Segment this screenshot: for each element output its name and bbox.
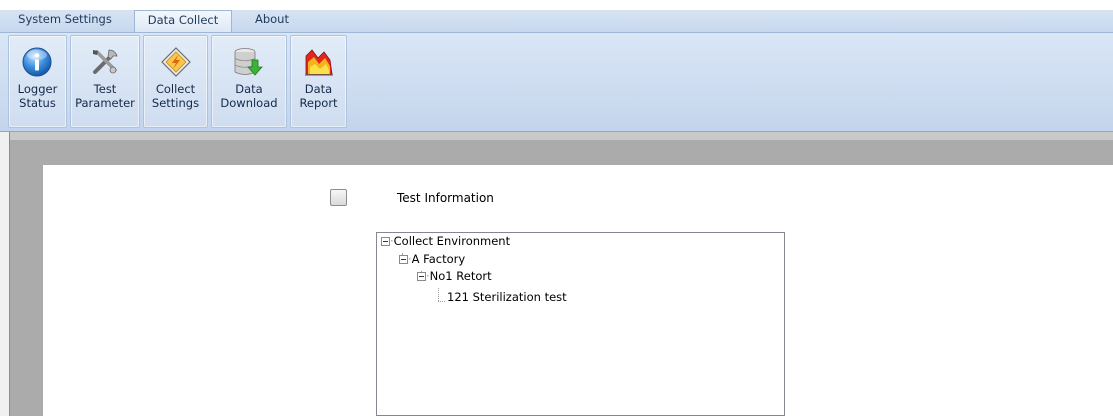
info-icon <box>22 47 52 77</box>
data-report-label: Data Report <box>299 82 338 110</box>
collapse-icon[interactable] <box>399 255 408 264</box>
tree-node-a-factory[interactable]: ·A Factory <box>399 251 465 268</box>
ribbon-tab-strip: System Settings Data Collect About <box>0 10 1113 33</box>
collect-settings-button[interactable]: Collect Settings <box>144 36 207 129</box>
ribbon-panel: Logger Status Test Parameter Collect Set… <box>0 33 1113 132</box>
collapse-icon[interactable] <box>381 237 390 246</box>
ribbon-group-logger: Logger Status <box>8 35 67 128</box>
tab-system-settings[interactable]: System Settings <box>4 10 126 30</box>
collect-settings-label: Collect Settings <box>151 82 200 110</box>
database-download-icon <box>234 48 263 76</box>
collect-settings-icon <box>161 47 191 77</box>
data-report-button[interactable]: Data Report <box>291 36 346 129</box>
logger-status-button[interactable]: Logger Status <box>9 36 66 129</box>
test-parameter-button[interactable]: Test Parameter <box>71 36 139 129</box>
tree-connector <box>438 301 445 302</box>
test-information-checkbox[interactable] <box>330 189 347 206</box>
test-parameter-label: Test Parameter <box>75 82 135 110</box>
tree-connector <box>438 288 439 301</box>
tab-data-collect[interactable]: Data Collect <box>134 10 232 32</box>
tools-icon <box>93 49 118 74</box>
tree-node-collect-environment[interactable]: ·Collect Environment <box>381 233 510 250</box>
report-chart-icon <box>305 49 333 76</box>
tree-node-121-sterilization-test[interactable]: 121 Sterilization test <box>447 289 567 306</box>
collect-environment-tree[interactable]: ·Collect Environment ·A Factory ·No1 Ret… <box>376 232 785 416</box>
ribbon-group-report: Data Report <box>290 35 347 128</box>
ribbon-group-download: Data Download <box>211 35 287 128</box>
workspace-left-rail <box>0 132 10 416</box>
test-information-label: Test Information <box>397 191 494 205</box>
tab-about[interactable]: About <box>242 10 302 30</box>
tree-node-no1-retort[interactable]: ·No1 Retort <box>417 268 492 285</box>
data-download-label: Data Download <box>220 82 278 110</box>
ribbon-group-test: Test Parameter <box>70 35 140 128</box>
collapse-icon[interactable] <box>417 272 426 281</box>
ribbon-group-collect: Collect Settings <box>143 35 208 128</box>
workspace-top-edge <box>10 132 1113 140</box>
data-download-button[interactable]: Data Download <box>212 36 286 129</box>
logger-status-label: Logger Status <box>17 82 58 110</box>
